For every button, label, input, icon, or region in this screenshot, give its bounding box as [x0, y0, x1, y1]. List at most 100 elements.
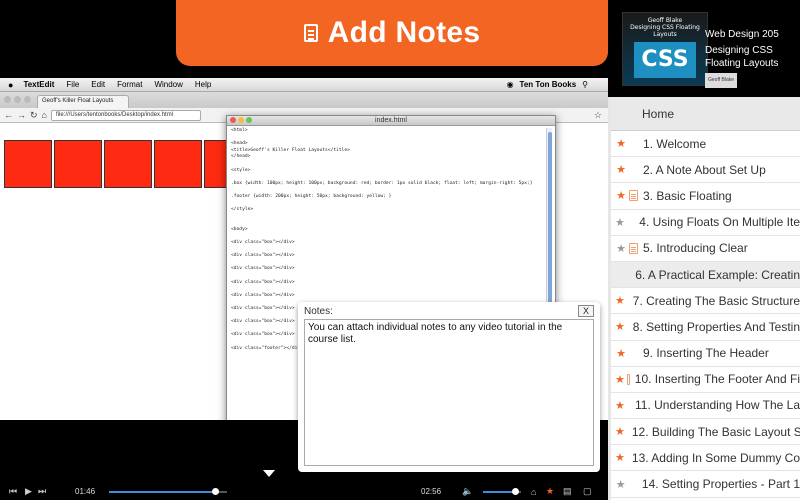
- lesson-label: 9. Inserting The Header: [643, 346, 769, 361]
- favorite-star-icon[interactable]: ★: [615, 163, 627, 176]
- note-icon: [626, 373, 630, 385]
- rewind-icon[interactable]: ⏮: [9, 486, 17, 497]
- red-box: [154, 140, 202, 188]
- course-header: Geoff Blake Designing CSS Floating Layou…: [608, 0, 800, 97]
- favorite-star-icon[interactable]: ★: [615, 189, 627, 202]
- home-icon: ⌂: [41, 110, 47, 120]
- lesson-item[interactable]: ★ 13. Adding In Some Dummy Co: [611, 445, 800, 472]
- note-icon: [629, 164, 638, 175]
- lesson-item[interactable]: ★ 2. A Note About Set Up: [611, 157, 800, 184]
- lesson-label: 3. Basic Floating: [643, 188, 732, 203]
- note-icon: [629, 190, 638, 202]
- lesson-item[interactable]: ★ 8. Setting Properties And Testin: [611, 314, 800, 341]
- back-icon: ←: [4, 110, 13, 120]
- editor-title: index.html: [375, 117, 407, 124]
- menu-format: Format: [117, 80, 143, 89]
- lesson-label: 8. Setting Properties And Testin: [632, 319, 800, 334]
- favorite-star-icon[interactable]: ★: [615, 294, 625, 307]
- cover-author: Geoff Blake: [647, 17, 683, 24]
- favorite-star-icon[interactable]: ★: [615, 242, 627, 255]
- lesson-label: 4. Using Floats On Multiple Ite: [639, 215, 800, 230]
- red-box: [4, 140, 52, 188]
- lesson-label: 1. Welcome: [643, 136, 707, 151]
- volume-fill: [483, 491, 516, 493]
- play-icon[interactable]: ▶: [25, 486, 32, 497]
- note-icon: [629, 348, 638, 359]
- browser-tab: Geoff's Killer Float Layouts: [37, 95, 129, 108]
- volume-slider[interactable]: [483, 488, 521, 495]
- lesson-item[interactable]: ★ 12. Building The Basic Layout S: [611, 419, 800, 446]
- reload-icon: ↻: [30, 109, 38, 120]
- lesson-item[interactable]: ★ 14. Setting Properties - Part 1: [611, 471, 800, 498]
- course-cover: Geoff Blake Designing CSS Floating Layou…: [622, 12, 708, 86]
- favorite-star-icon[interactable]: ★: [615, 137, 627, 150]
- lesson-item[interactable]: ★ 9. Inserting The Header: [611, 341, 800, 367]
- home-icon[interactable]: ⌂: [531, 487, 536, 497]
- favorite-star-icon[interactable]: ★: [615, 320, 625, 333]
- note-icon: [627, 400, 630, 411]
- wifi-icon: ◉: [506, 80, 514, 89]
- fast-forward-icon[interactable]: ⏭: [38, 486, 46, 497]
- notes-icon[interactable]: ▤: [563, 486, 572, 497]
- lesson-item[interactable]: ★ 1. Welcome: [611, 131, 800, 158]
- menu-help: Help: [194, 80, 212, 89]
- note-icon: [627, 295, 628, 306]
- lesson-label: 14. Setting Properties - Part 1: [641, 477, 800, 492]
- favorite-star-icon[interactable]: ★: [615, 451, 625, 464]
- editor-titlebar: index.html: [227, 116, 555, 126]
- lesson-label: 11. Understanding How The La: [635, 398, 800, 413]
- lesson-items: ★ 1. Welcome ★ 2. A Note About Set Up ★ 3. Ba…: [611, 131, 800, 498]
- star-icon: ☆: [593, 109, 602, 120]
- lesson-list: Home ★ 1. Welcome ★ 2. A Note About Set Up ★…: [608, 97, 800, 500]
- progress-fill: [109, 491, 216, 493]
- lesson-label: 6. A Practical Example: Creatin: [635, 267, 800, 282]
- red-box: [54, 140, 102, 188]
- notes-close-button[interactable]: X: [578, 305, 594, 317]
- player-controls: ⏮ ▶ ⏭ 01:46 02:56 🔈 ⌂ ★ ▤ ▢: [0, 483, 608, 500]
- lesson-item[interactable]: ★ 4. Using Floats On Multiple Ite: [611, 210, 800, 236]
- lesson-item[interactable]: 6. A Practical Example: Creatin: [611, 261, 800, 289]
- lesson-item[interactable]: ★ 7. Creating The Basic Structure: [611, 288, 800, 315]
- menu-edit: Edit: [91, 80, 106, 89]
- lesson-item[interactable]: ★ 3. Basic Floating: [611, 183, 800, 210]
- elapsed-time: 01:46: [75, 487, 96, 496]
- lesson-item[interactable]: ★ 5. Introducing Clear: [611, 236, 800, 262]
- feature-banner: Add Notes: [176, 0, 608, 66]
- spotlight-icon: ⚲: [582, 80, 588, 89]
- sidebar-home[interactable]: Home: [611, 97, 800, 131]
- cover-title: Designing CSS Floating Layouts: [630, 24, 700, 38]
- favorite-star-icon[interactable]: ★: [615, 478, 626, 491]
- course-meta: Web Design 205 Designing CSS Floating La…: [705, 28, 800, 88]
- app-window: ● TextEdit File Edit Format Window Help …: [0, 0, 800, 500]
- favorite-star-icon[interactable]: ★: [615, 373, 625, 386]
- volume-icon[interactable]: 🔈: [462, 486, 473, 497]
- favorite-star-icon[interactable]: ★: [615, 425, 625, 438]
- menu-file: File: [66, 80, 80, 89]
- progress-knob[interactable]: [211, 488, 219, 495]
- note-icon: [629, 242, 638, 254]
- favorite-star-icon[interactable]: ★: [615, 347, 627, 360]
- red-box: [104, 140, 152, 188]
- lesson-item[interactable]: ★ 11. Understanding How The La: [611, 393, 800, 420]
- menu-app-name: TextEdit: [23, 80, 55, 89]
- lesson-label: 5. Introducing Clear: [643, 241, 748, 256]
- notes-pointer: [263, 470, 275, 477]
- notes-textarea[interactable]: You can attach individual notes to any v…: [304, 319, 594, 466]
- favorite-star-icon[interactable]: ★: [546, 486, 554, 497]
- note-icon: [629, 138, 638, 149]
- favorite-star-icon[interactable]: ★: [615, 399, 625, 412]
- notes-label: Notes:: [304, 306, 333, 317]
- box-row: [4, 140, 252, 188]
- progress-slider[interactable]: [109, 488, 227, 495]
- browser-tabbar: Geoff's Killer Float Layouts: [0, 92, 608, 108]
- apple-icon: ●: [8, 79, 14, 90]
- note-icon: [627, 217, 634, 228]
- lesson-label: 7. Creating The Basic Structure: [632, 293, 800, 308]
- cover-logo: CSS: [634, 42, 696, 78]
- volume-knob[interactable]: [511, 488, 519, 495]
- favorite-star-icon[interactable]: ★: [615, 216, 625, 229]
- lesson-item[interactable]: ★ 10. Inserting The Footer And Fi: [611, 367, 800, 393]
- window-controls: [4, 96, 31, 103]
- mac-menubar: ● TextEdit File Edit Format Window Help …: [0, 78, 608, 92]
- fullscreen-icon[interactable]: ▢: [583, 486, 592, 497]
